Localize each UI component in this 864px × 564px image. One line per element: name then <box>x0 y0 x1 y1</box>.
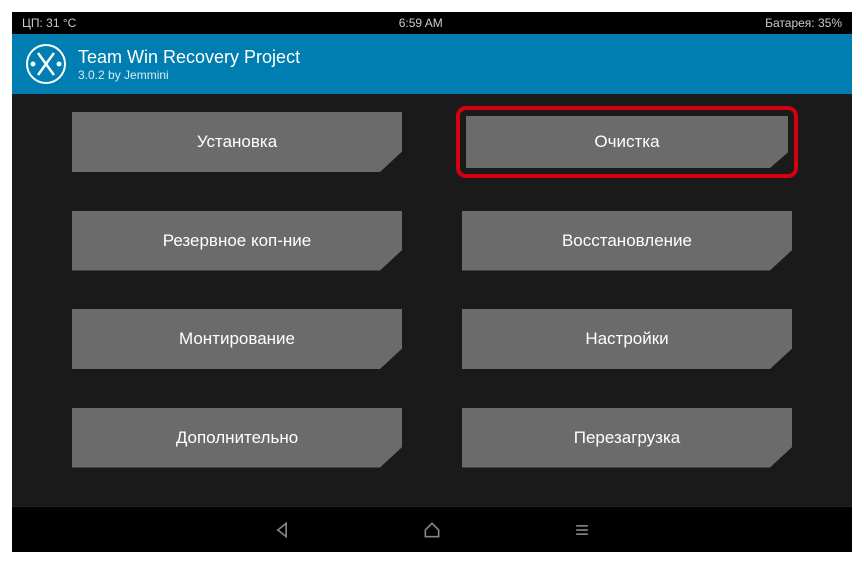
menu-icon[interactable] <box>572 520 592 540</box>
twrp-logo-icon <box>26 44 66 84</box>
app-header: Team Win Recovery Project 3.0.2 by Jemmi… <box>12 34 852 94</box>
restore-button[interactable]: Восстановление <box>462 211 792 271</box>
home-icon[interactable] <box>422 520 442 540</box>
status-bar: ЦП: 31 °C 6:59 AM Батарея: 35% <box>12 12 852 34</box>
reboot-button[interactable]: Перезагрузка <box>462 408 792 468</box>
install-button[interactable]: Установка <box>72 112 402 172</box>
highlighted-button-frame: Очистка <box>456 106 798 178</box>
advanced-button[interactable]: Дополнительно <box>72 408 402 468</box>
app-subtitle: 3.0.2 by Jemmini <box>78 68 300 82</box>
settings-button[interactable]: Настройки <box>462 309 792 369</box>
status-time: 6:59 AM <box>399 16 443 30</box>
battery-status: Батарея: 35% <box>765 16 842 30</box>
navigation-bar <box>12 506 852 552</box>
cpu-temp: ЦП: 31 °C <box>22 16 76 30</box>
wipe-button[interactable]: Очистка <box>466 116 788 168</box>
back-icon[interactable] <box>272 520 292 540</box>
mount-button[interactable]: Монтирование <box>72 309 402 369</box>
main-menu: Установка Очистка Резервное коп-ние Восс… <box>12 94 852 506</box>
backup-button[interactable]: Резервное коп-ние <box>72 211 402 271</box>
app-title: Team Win Recovery Project <box>78 47 300 68</box>
